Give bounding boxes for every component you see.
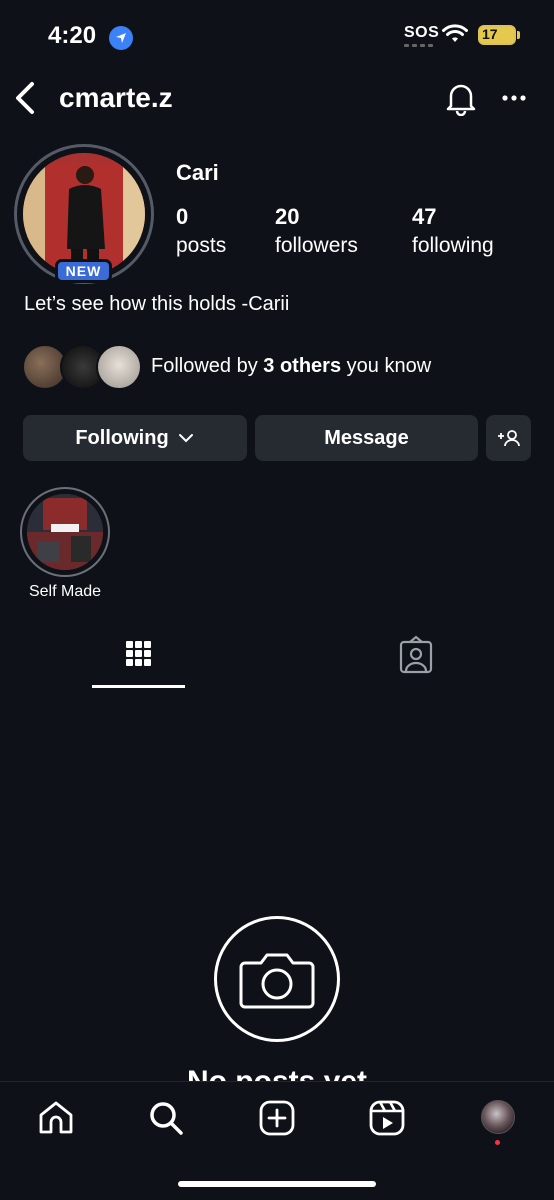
highlight-cover[interactable] <box>27 494 103 570</box>
back-button[interactable] <box>10 80 40 116</box>
chevron-down-icon <box>178 434 193 443</box>
message-button[interactable]: Message <box>255 415 478 461</box>
tagged-person-icon <box>399 635 433 674</box>
status-bar: 4:20 SOS 17 <box>0 0 554 72</box>
add-person-icon <box>497 430 520 447</box>
status-time: 4:20 <box>48 22 97 49</box>
following-button[interactable]: Following <box>23 415 247 461</box>
notifications-button[interactable] <box>444 80 478 117</box>
search-icon <box>150 1102 183 1135</box>
reels-icon <box>369 1100 405 1136</box>
signal-dots <box>404 44 434 47</box>
create-post-icon <box>259 1100 295 1136</box>
followed-by-suffix: you know <box>341 355 432 377</box>
tab-tagged[interactable] <box>370 630 463 688</box>
new-badge: NEW <box>55 259 112 283</box>
nav-search[interactable] <box>146 1098 186 1138</box>
profile-avatar[interactable] <box>23 153 145 275</box>
bell-icon <box>446 84 476 117</box>
following-button-label: Following <box>75 426 169 449</box>
stat-following-value: 47 <box>412 204 437 229</box>
profile-bio: Let’s see how this holds -Carii <box>24 293 290 315</box>
stat-following-label: following <box>412 234 494 257</box>
battery-icon: 17 <box>478 25 516 45</box>
more-options-button[interactable] <box>500 86 528 110</box>
wifi-icon <box>442 24 468 42</box>
stat-posts-value: 0 <box>176 204 189 229</box>
camera-icon <box>239 953 315 1009</box>
stat-followers-label: followers <box>275 234 358 257</box>
battery-tip <box>517 31 520 39</box>
message-button-label: Message <box>324 426 409 449</box>
display-name: Cari <box>176 160 219 185</box>
active-tab-indicator <box>92 685 185 688</box>
home-icon <box>39 1101 73 1134</box>
followed-by-prefix: Followed by <box>151 355 264 377</box>
home-indicator <box>178 1181 376 1187</box>
nav-create[interactable] <box>257 1098 297 1138</box>
stat-posts: 0 posts <box>176 204 226 258</box>
nav-profile-avatar[interactable] <box>481 1100 515 1134</box>
more-icon <box>502 95 526 101</box>
tab-posts-grid[interactable] <box>92 630 185 688</box>
sos-indicator: SOS <box>404 24 440 41</box>
nav-home[interactable] <box>36 1098 76 1138</box>
empty-state-title: No posts yet <box>186 1065 368 1082</box>
battery-level: 17 <box>482 26 498 42</box>
nav-reels[interactable] <box>367 1098 407 1138</box>
followed-by-count: 3 others <box>263 355 342 377</box>
followed-by-text[interactable]: Followed by 3 others you know <box>151 355 431 378</box>
notification-dot <box>495 1140 500 1145</box>
profile-username: cmarte.z <box>59 82 173 113</box>
stat-following[interactable]: 47 following <box>412 204 494 258</box>
stat-followers-value: 20 <box>275 204 300 229</box>
chevron-left-icon <box>16 82 34 114</box>
grid-icon <box>126 641 151 666</box>
suggested-users-button[interactable] <box>486 415 531 461</box>
mutual-avatar <box>96 344 142 390</box>
location-icon <box>109 26 133 50</box>
highlight-label: Self Made <box>28 583 102 600</box>
stat-followers[interactable]: 20 followers <box>275 204 358 258</box>
mutual-followers-avatars[interactable] <box>22 344 142 392</box>
stat-posts-label: posts <box>176 234 227 257</box>
empty-state-camera <box>214 916 340 1042</box>
